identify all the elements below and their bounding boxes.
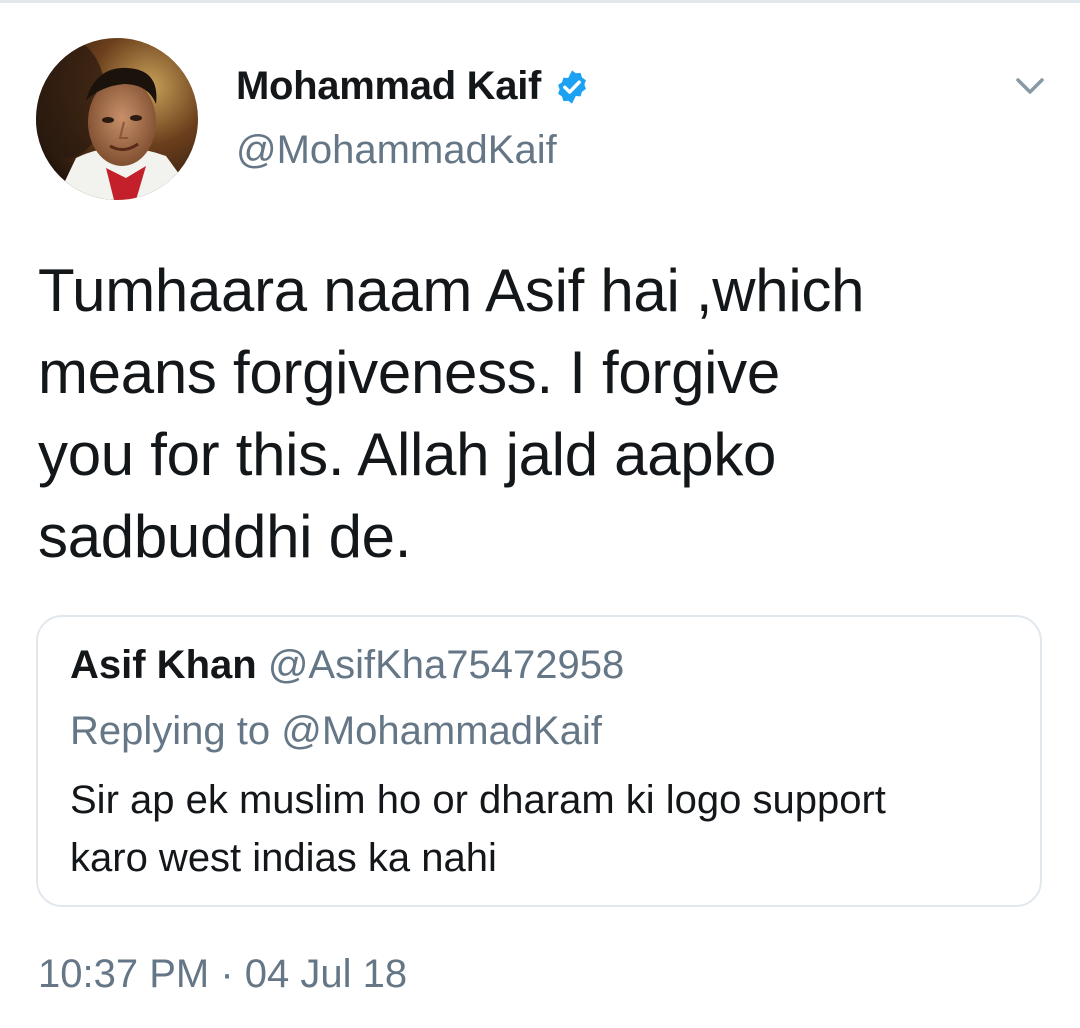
tweet-date: 04 Jul 18: [244, 952, 408, 996]
tweet-text-line: means forgiveness. I forgive: [38, 339, 780, 406]
avatar[interactable]: [36, 38, 198, 200]
avatar-photo: [36, 38, 198, 200]
author-display-name[interactable]: Mohammad Kaif: [236, 64, 541, 109]
tweet-text-line: sadbuddhi de.: [38, 503, 412, 570]
chevron-down-icon[interactable]: [1010, 66, 1050, 106]
quoted-text-line: Sir ap ek muslim ho or dharam ki logo su…: [70, 778, 886, 822]
tweet-time: 10:37 PM: [38, 952, 210, 996]
author-handle[interactable]: @MohammadKaif: [236, 128, 557, 173]
tweet-text-line: Tumhaara naam Asif hai ,which: [38, 257, 865, 324]
tweet-timestamp[interactable]: 10:37 PM · 04 Jul 18: [38, 952, 407, 997]
quoted-tweet-text: Sir ap ek muslim ho or dharam ki logo su…: [70, 771, 886, 887]
verified-badge-icon: [558, 69, 586, 104]
quoted-text-line: karo west indias ka nahi: [70, 836, 497, 880]
tweet-text: Tumhaara naam Asif hai ,which means forg…: [38, 250, 998, 578]
quoted-tweet-card[interactable]: Asif Khan @AsifKha75472958 Replying to @…: [36, 615, 1042, 907]
tweet-text-line: you for this. Allah jald aapko: [38, 421, 777, 488]
author-name-row[interactable]: Mohammad Kaif: [236, 64, 591, 109]
quoted-author-name: Asif Khan: [70, 643, 257, 687]
quoted-author-row: Asif Khan @AsifKha75472958: [70, 643, 624, 688]
top-divider: [0, 0, 1080, 3]
timestamp-separator: ·: [220, 952, 234, 996]
replying-to-label: Replying to @MohammadKaif: [70, 709, 602, 753]
quoted-author-handle: @AsifKha75472958: [267, 643, 625, 687]
